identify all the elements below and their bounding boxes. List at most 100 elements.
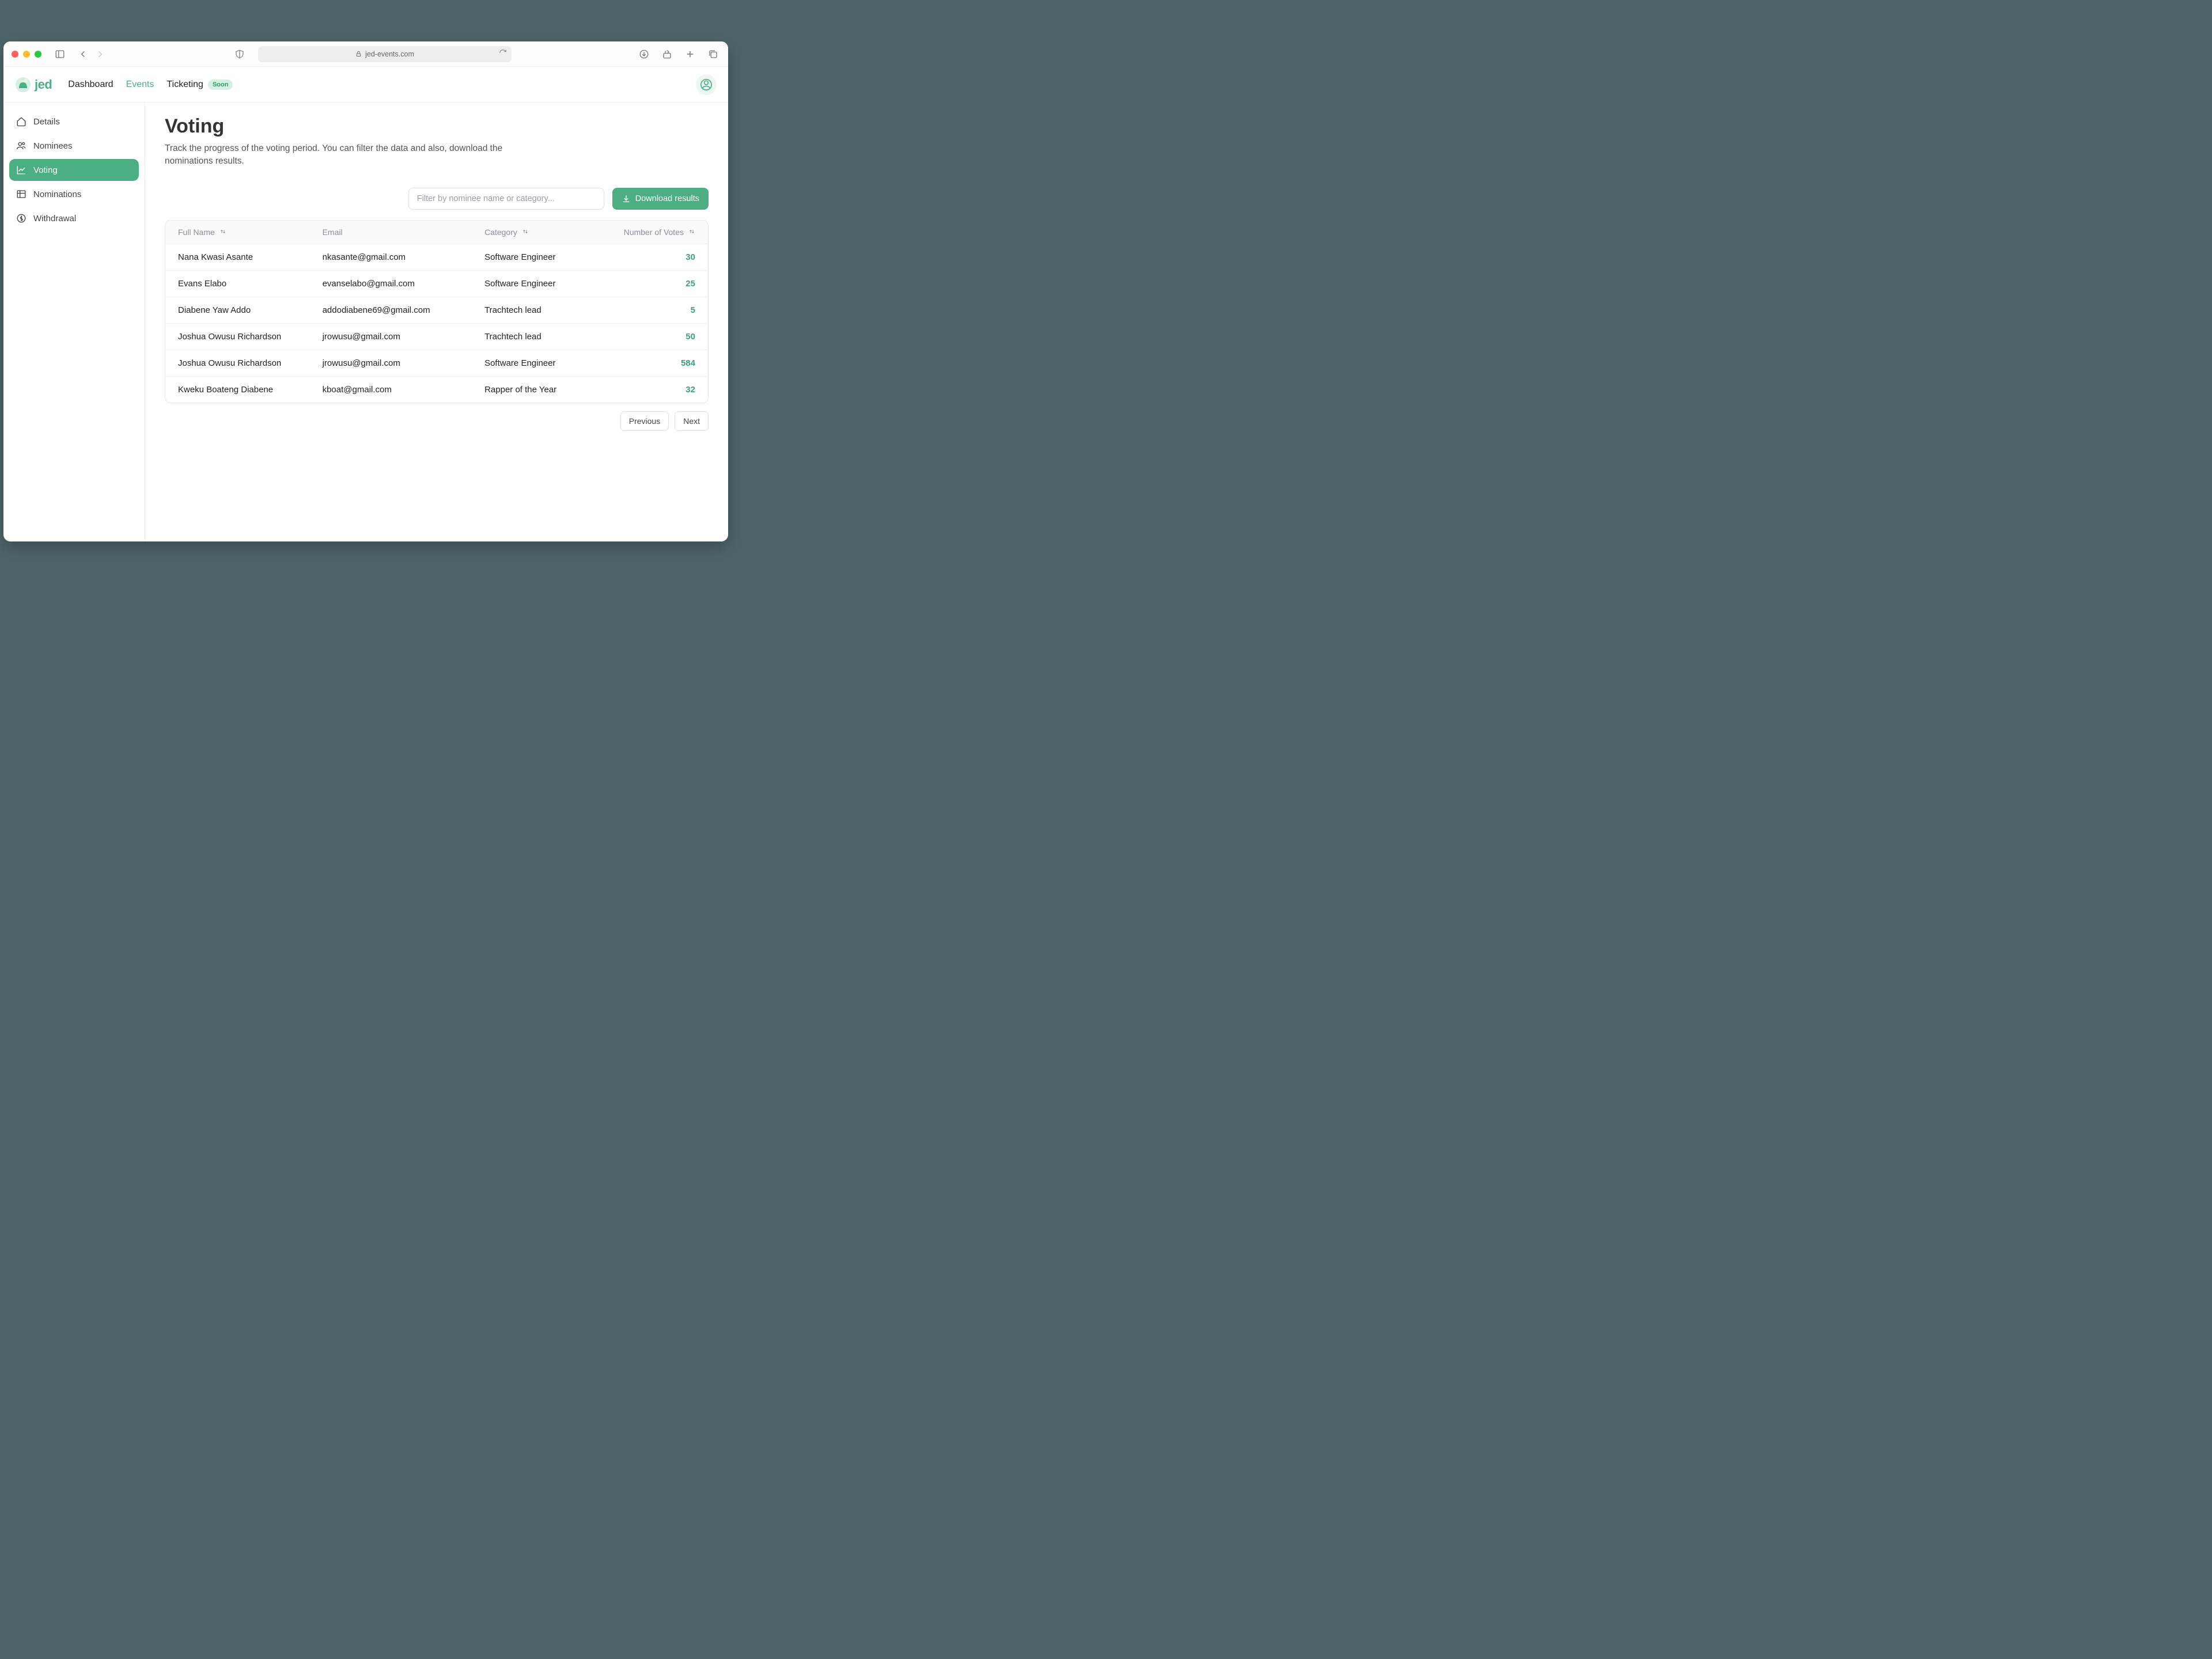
download-icon: [622, 194, 631, 203]
cell-votes: 5: [599, 305, 695, 315]
table-row[interactable]: Joshua Owusu Richardsonjrowusu@gmail.com…: [165, 350, 708, 376]
sidebar-toggle-icon[interactable]: [53, 47, 67, 61]
table-body: Nana Kwasi Asantenkasante@gmail.comSoftw…: [165, 244, 708, 403]
new-tab-icon[interactable]: [683, 47, 697, 61]
privacy-shield-icon[interactable]: [233, 47, 247, 61]
brand-name: jed: [35, 77, 52, 92]
cell-votes: 25: [599, 279, 695, 289]
cell-category: Software Engineer: [479, 279, 599, 289]
sidebar-item-label: Voting: [33, 165, 58, 175]
forward-button[interactable]: [93, 47, 107, 61]
cell-email: addodiabene69@gmail.com: [323, 305, 479, 315]
table-row[interactable]: Evans Elaboevanselabo@gmail.comSoftware …: [165, 270, 708, 297]
nav-dashboard-label: Dashboard: [68, 79, 113, 90]
sidebar-item-label: Nominees: [33, 141, 73, 151]
downloads-icon[interactable]: [637, 47, 651, 61]
logo-mark-icon: [15, 77, 31, 93]
cell-email: kboat@gmail.com: [323, 385, 479, 395]
table-row[interactable]: Joshua Owusu Richardsonjrowusu@gmail.com…: [165, 323, 708, 350]
toolbar: Download results: [165, 188, 709, 210]
cell-email: jrowusu@gmail.com: [323, 358, 479, 368]
nav-ticketing[interactable]: Ticketing Soon: [167, 79, 233, 90]
minimize-window-button[interactable]: [23, 51, 30, 58]
download-results-button[interactable]: Download results: [612, 188, 709, 210]
sort-icon: [522, 228, 529, 237]
th-label: Full Name: [178, 228, 215, 237]
url-text: jed-events.com: [365, 50, 414, 58]
table-header: Full Name Email Category Number of Votes: [165, 221, 708, 244]
cell-email: evanselabo@gmail.com: [323, 279, 479, 289]
back-button[interactable]: [76, 47, 90, 61]
table-row[interactable]: Kweku Boateng Diabenekboat@gmail.comRapp…: [165, 376, 708, 403]
cell-category: Software Engineer: [479, 252, 599, 262]
cell-email: nkasante@gmail.com: [323, 252, 479, 262]
sidebar-item-label: Details: [33, 117, 60, 127]
reload-icon[interactable]: [499, 49, 507, 59]
home-icon: [16, 116, 26, 127]
cell-full-name: Diabene Yaw Addo: [178, 305, 323, 315]
nav-dashboard[interactable]: Dashboard: [68, 79, 113, 90]
close-window-button[interactable]: [12, 51, 18, 58]
sidebar-item-label: Nominations: [33, 190, 81, 199]
table-row[interactable]: Diabene Yaw Addoaddodiabene69@gmail.comT…: [165, 297, 708, 323]
table-icon: [16, 189, 26, 199]
pagination: Previous Next: [165, 411, 709, 431]
th-category[interactable]: Category: [479, 228, 599, 237]
sidebar-item-voting[interactable]: Voting: [9, 159, 139, 181]
sidebar-item-label: Withdrawal: [33, 214, 76, 224]
app-header: jed Dashboard Events Ticketing Soon: [3, 67, 728, 103]
previous-button[interactable]: Previous: [620, 411, 669, 431]
profile-button[interactable]: [696, 74, 717, 95]
sidebar-item-withdrawal[interactable]: Withdrawal: [9, 207, 139, 229]
th-email[interactable]: Email: [323, 228, 479, 237]
currency-icon: [16, 213, 26, 224]
next-button[interactable]: Next: [675, 411, 709, 431]
sidebar: Details Nominees Voting Nominations With…: [3, 103, 145, 541]
tabs-overview-icon[interactable]: [706, 47, 720, 61]
sidebar-item-nominations[interactable]: Nominations: [9, 183, 139, 205]
download-label: Download results: [635, 194, 699, 203]
cell-full-name: Joshua Owusu Richardson: [178, 332, 323, 342]
th-full-name[interactable]: Full Name: [178, 228, 323, 237]
next-label: Next: [683, 416, 700, 426]
cell-category: Trachtech lead: [479, 305, 599, 315]
previous-label: Previous: [629, 416, 660, 426]
table-row[interactable]: Nana Kwasi Asantenkasante@gmail.comSoftw…: [165, 244, 708, 270]
cell-category: Software Engineer: [479, 358, 599, 368]
url-bar[interactable]: jed-events.com: [258, 46, 512, 62]
lock-icon: [355, 51, 362, 57]
nav-ticketing-label: Ticketing: [167, 79, 203, 90]
results-table: Full Name Email Category Number of Votes: [165, 220, 709, 403]
sort-icon: [688, 228, 695, 237]
nav-events[interactable]: Events: [126, 79, 154, 90]
cell-full-name: Joshua Owusu Richardson: [178, 358, 323, 368]
traffic-lights: [12, 51, 41, 58]
top-nav: Dashboard Events Ticketing Soon: [68, 79, 233, 90]
cell-votes: 584: [599, 358, 695, 368]
th-votes[interactable]: Number of Votes: [599, 228, 695, 237]
page-title: Voting: [165, 115, 709, 138]
cell-full-name: Nana Kwasi Asante: [178, 252, 323, 262]
th-label: Number of Votes: [624, 228, 684, 237]
cell-votes: 32: [599, 385, 695, 395]
app-body: Details Nominees Voting Nominations With…: [3, 103, 728, 541]
sort-icon: [219, 228, 226, 237]
page-description: Track the progress of the voting period.…: [165, 142, 533, 168]
cell-email: jrowusu@gmail.com: [323, 332, 479, 342]
browser-chrome: jed-events.com: [3, 41, 728, 67]
share-icon[interactable]: [660, 47, 674, 61]
sidebar-item-details[interactable]: Details: [9, 111, 139, 132]
user-icon: [700, 79, 712, 90]
cell-votes: 30: [599, 252, 695, 262]
cell-votes: 50: [599, 332, 695, 342]
chart-line-icon: [16, 165, 26, 175]
maximize-window-button[interactable]: [35, 51, 41, 58]
cell-full-name: Kweku Boateng Diabene: [178, 385, 323, 395]
filter-input[interactable]: [408, 188, 604, 210]
th-label: Email: [323, 228, 343, 237]
browser-window: jed-events.com jed: [3, 41, 728, 541]
sidebar-item-nominees[interactable]: Nominees: [9, 135, 139, 157]
main-content: Voting Track the progress of the voting …: [145, 103, 728, 541]
cell-category: Trachtech lead: [479, 332, 599, 342]
brand-logo[interactable]: jed: [15, 77, 52, 93]
